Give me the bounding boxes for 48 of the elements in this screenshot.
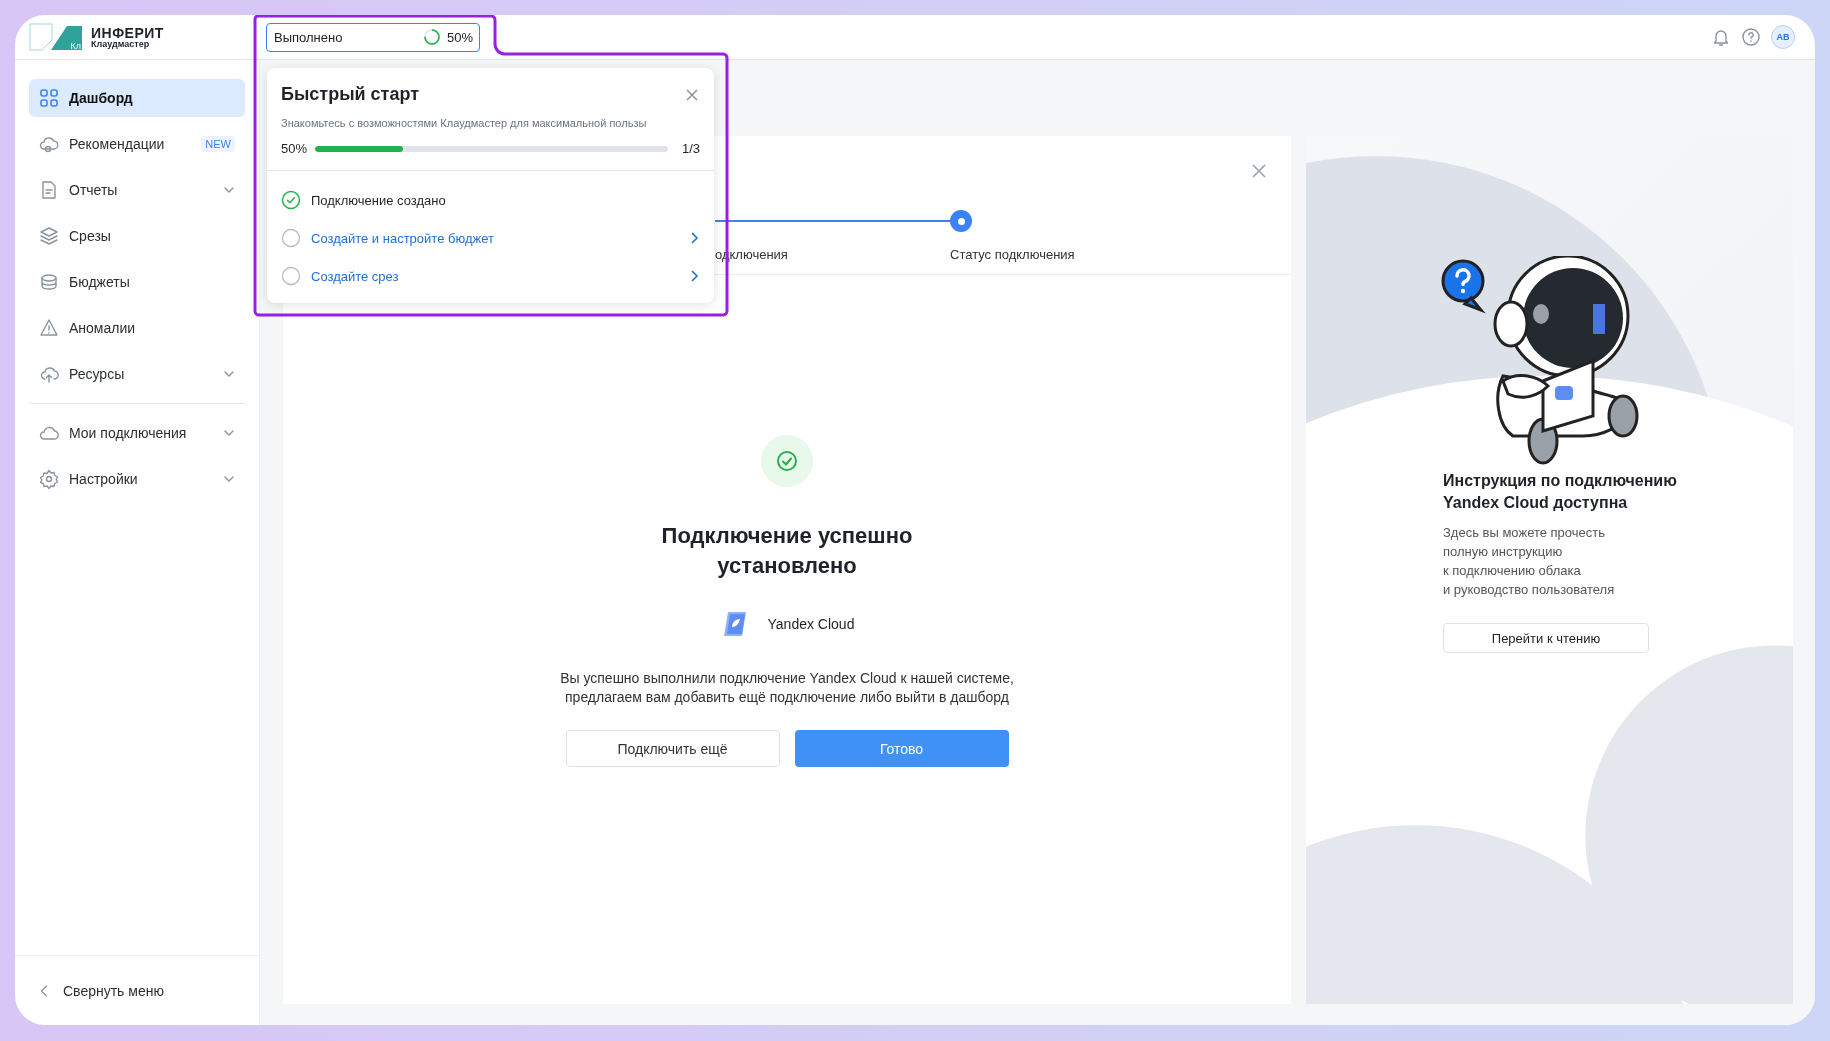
connect-more-button[interactable]: Подключить ещё (565, 730, 780, 767)
check-circle-icon (776, 450, 798, 472)
cloud-icon (39, 134, 59, 154)
task-item[interactable]: Создайте срез (281, 257, 700, 295)
guide-title: Инструкция по подключению Yandex Cloud доступна (1443, 471, 1678, 513)
user-avatar[interactable]: AB (1771, 25, 1795, 49)
sidebar-item[interactable]: Рекомендации NEW (29, 125, 245, 163)
sidebar-item[interactable]: Аномалии (29, 309, 245, 347)
task-item[interactable]: Подключение создано (281, 181, 700, 219)
cloud-upload-icon (39, 364, 59, 384)
sidebar-item[interactable]: Настройки (29, 460, 245, 498)
read-guide-button[interactable]: Перейти к чтению (1443, 623, 1649, 653)
chevron-right-icon (688, 231, 700, 245)
gear-icon (39, 469, 59, 489)
progress-percent: 50% (281, 141, 308, 156)
task-item[interactable]: Создайте и настройте бюджет (281, 219, 700, 257)
grid-icon (39, 88, 59, 108)
progress-chip[interactable]: Выполнено 50% (266, 22, 480, 52)
progress-ring-icon (422, 28, 441, 46)
logo-product: Клаудмастер (91, 39, 151, 49)
step-label: Статус подключения (950, 247, 1076, 262)
popover-subtitle: Знакомьтесь с возможностями Клаудмастер для максимальной пользы (281, 117, 648, 129)
coins-icon (39, 272, 59, 292)
sidebar-item[interactable]: Бюджеты (29, 263, 245, 301)
collapse-menu-button[interactable]: Свернуть меню (15, 955, 259, 1025)
chevron-right-icon (688, 269, 700, 283)
logo-name: ИНФЕРИТ (91, 25, 164, 40)
sidebar-item[interactable]: Дашборд (29, 79, 245, 117)
logo-mark-text: Кл (70, 41, 81, 51)
help-icon[interactable] (1741, 27, 1761, 47)
sidebar-item[interactable]: Мои подключения (29, 414, 245, 452)
warning-icon (39, 318, 59, 338)
logo-icon (29, 23, 83, 51)
sidebar-item[interactable]: Ресурсы (29, 355, 245, 393)
close-icon[interactable] (684, 86, 700, 103)
sidebar-item[interactable]: Срезы (29, 217, 245, 255)
guide-description: Здесь вы можете прочесть полную инструкцию к подключению облака и руководство пользователя (1443, 524, 1616, 599)
bell-icon[interactable] (1711, 27, 1731, 47)
new-badge: NEW (201, 136, 235, 152)
sidebar-item[interactable]: Отчеты (29, 171, 245, 209)
chevron-left-icon (39, 983, 49, 998)
document-icon (39, 180, 59, 200)
popover-title: Быстрый старт (281, 84, 419, 105)
success-message: Вы успешно выполнили подключение Yandex Cloud к нашей системе, предлагаем вам добавить ещё подключение либо выйти в дашборд (559, 669, 1015, 707)
layers-icon (39, 226, 59, 246)
progress-count: 1/3 (681, 141, 700, 156)
success-title: Подключение успешно установлено (660, 522, 914, 580)
provider-name: Yandex Cloud (767, 616, 855, 632)
